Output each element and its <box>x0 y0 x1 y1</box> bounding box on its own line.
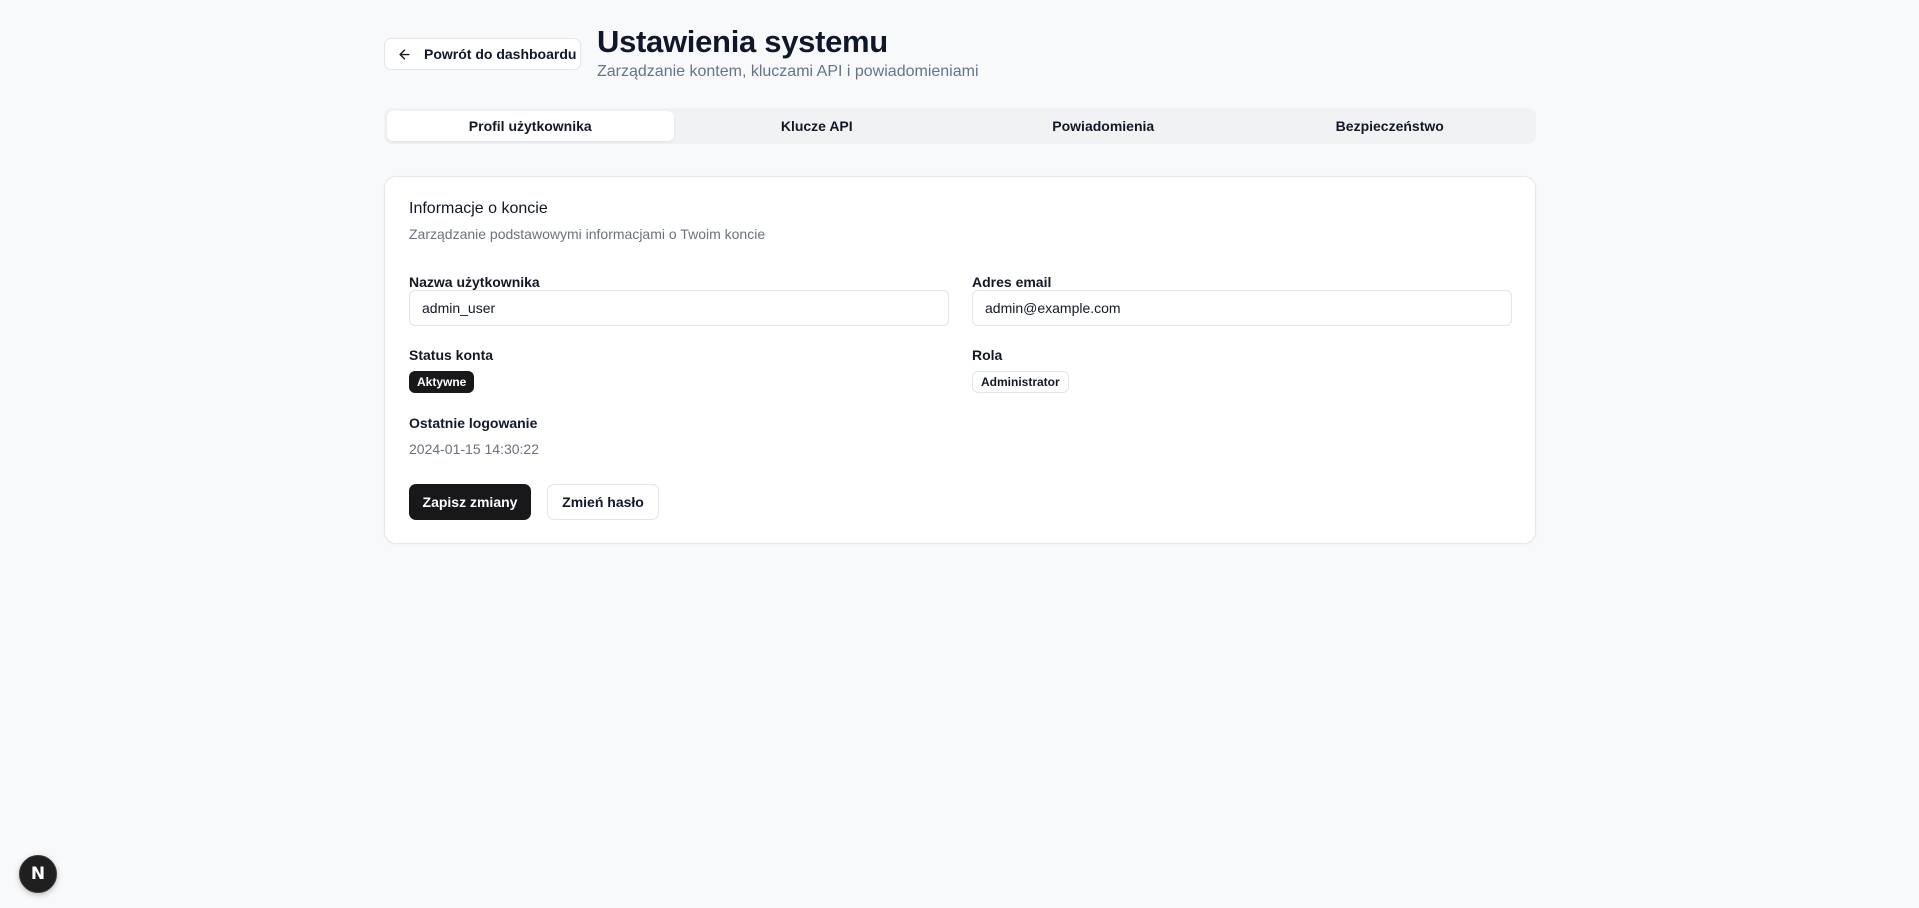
status-badge: Aktywne <box>409 371 475 393</box>
role-badge: Administrator <box>972 371 1069 393</box>
save-changes-button[interactable]: Zapisz zmiany <box>409 484 531 520</box>
page-title: Ustawienia systemu <box>597 24 888 59</box>
settings-page: Powrót do dashboardu Ustawienia systemu … <box>0 0 1919 908</box>
arrow-left-icon <box>399 48 410 60</box>
account-info-card: Informacje o koncie Zarządzanie podstawo… <box>384 176 1536 544</box>
tab-security[interactable]: Bezpieczeństwo <box>1247 111 1534 141</box>
role-label: Rola <box>972 347 1003 363</box>
last-login-value: 2024-01-15 14:30:22 <box>409 441 539 457</box>
tab-notifications[interactable]: Powiadomienia <box>960 111 1247 141</box>
back-button-label: Powrót do dashboardu <box>424 46 577 62</box>
change-password-button[interactable]: Zmień hasło <box>547 484 659 520</box>
settings-tabs: Profil użytkownika Klucze API Powiadomie… <box>384 108 1536 144</box>
back-to-dashboard-button[interactable]: Powrót do dashboardu <box>384 38 581 70</box>
last-login-label: Ostatnie logowanie <box>409 415 538 431</box>
page-subtitle: Zarządzanie kontem, kluczami API i powia… <box>597 63 979 80</box>
username-label: Nazwa użytkownika <box>409 274 540 290</box>
tab-profile[interactable]: Profil użytkownika <box>387 111 674 141</box>
status-label: Status konta <box>409 347 494 363</box>
username-input[interactable] <box>409 290 949 326</box>
card-title: Informacje o koncie <box>409 200 548 217</box>
email-input[interactable] <box>972 290 1512 326</box>
nextjs-dev-badge[interactable]: N <box>19 855 57 893</box>
tab-api-keys[interactable]: Klucze API <box>674 111 961 141</box>
nextjs-logo-icon: N <box>30 864 46 884</box>
email-label: Adres email <box>972 274 1052 290</box>
card-description: Zarządzanie podstawowymi informacjami o … <box>409 226 766 242</box>
